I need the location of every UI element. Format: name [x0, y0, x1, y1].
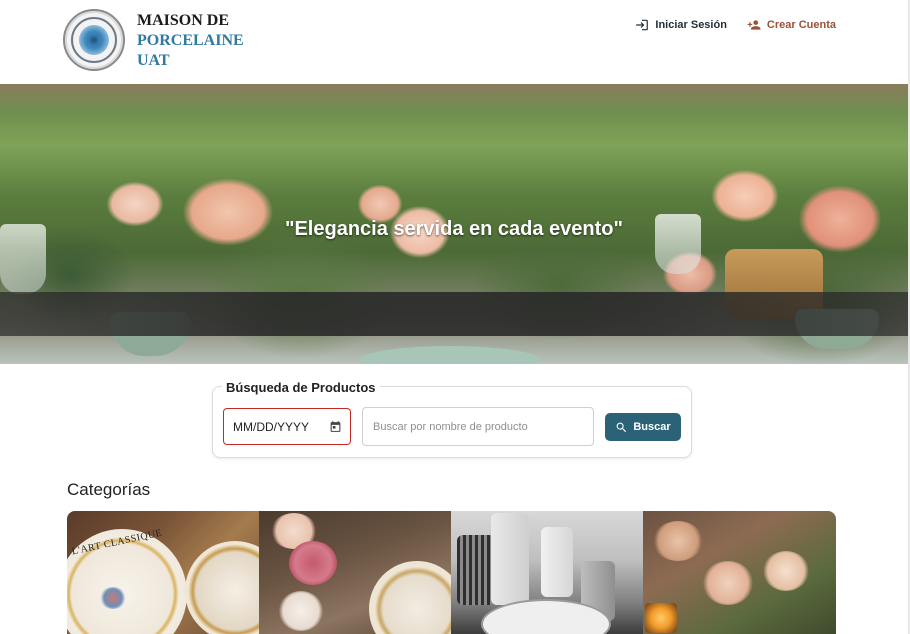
- signup-label: Crear Cuenta: [766, 19, 836, 31]
- date-field[interactable]: MM/DD/YYYY: [223, 408, 351, 445]
- category-vase-image-3: [541, 527, 573, 597]
- category-rose-image-2: [289, 541, 337, 585]
- category-vase-image-2: [491, 513, 529, 605]
- search-button-label: Buscar: [633, 421, 671, 433]
- signup-link[interactable]: Crear Cuenta: [747, 18, 836, 32]
- site-header: MAISON DE PORCELAINE UAT Iniciar Sesión …: [0, 0, 908, 84]
- category-flower-image: [653, 521, 703, 561]
- category-plate-image-2: [185, 541, 259, 634]
- category-rose-image-3: [279, 591, 323, 631]
- category-tile-classic[interactable]: L'ART CLASSIQUE: [67, 511, 259, 634]
- category-tile-modern[interactable]: [451, 511, 643, 634]
- header-nav: Iniciar Sesión Crear Cuenta: [635, 18, 836, 32]
- hero-tagline: "Elegancia servida en cada evento": [284, 218, 623, 240]
- calendar-icon[interactable]: [329, 420, 342, 433]
- date-field-value: MM/DD/YYYY: [233, 419, 310, 434]
- brand-line-2: PORCELAINE: [137, 32, 244, 49]
- category-plate-image: [369, 561, 451, 634]
- login-icon: [636, 19, 649, 31]
- seal-emblem: [79, 25, 109, 55]
- search-button[interactable]: Buscar: [605, 413, 681, 441]
- product-name-search-input[interactable]: Buscar por nombre de producto: [362, 407, 594, 446]
- hero-plate-shape: [360, 346, 540, 364]
- brand-name[interactable]: MAISON DE PORCELAINE UAT: [137, 11, 244, 71]
- product-name-placeholder: Buscar por nombre de producto: [373, 420, 528, 433]
- brand-line-3: UAT: [137, 52, 170, 69]
- brand-line-1: MAISON DE: [137, 12, 230, 29]
- categories-grid: L'ART CLASSIQUE: [67, 511, 836, 634]
- category-tile-floral[interactable]: [259, 511, 451, 634]
- person-add-icon: [747, 20, 761, 30]
- search-icon: [616, 422, 627, 432]
- login-link[interactable]: Iniciar Sesión: [635, 18, 727, 32]
- category-candle-image: [645, 603, 677, 633]
- category-flower-image-3: [763, 551, 809, 591]
- hero-caption-band: [0, 292, 908, 336]
- category-flower-image-2: [703, 561, 753, 605]
- login-label: Iniciar Sesión: [655, 19, 727, 31]
- category-tile-decor[interactable]: [643, 511, 836, 634]
- brand-logo-seal[interactable]: [63, 9, 125, 71]
- categories-heading: Categorías: [67, 480, 151, 499]
- category-vase-image: [457, 535, 495, 605]
- product-search-legend: Búsqueda de Productos: [222, 380, 380, 395]
